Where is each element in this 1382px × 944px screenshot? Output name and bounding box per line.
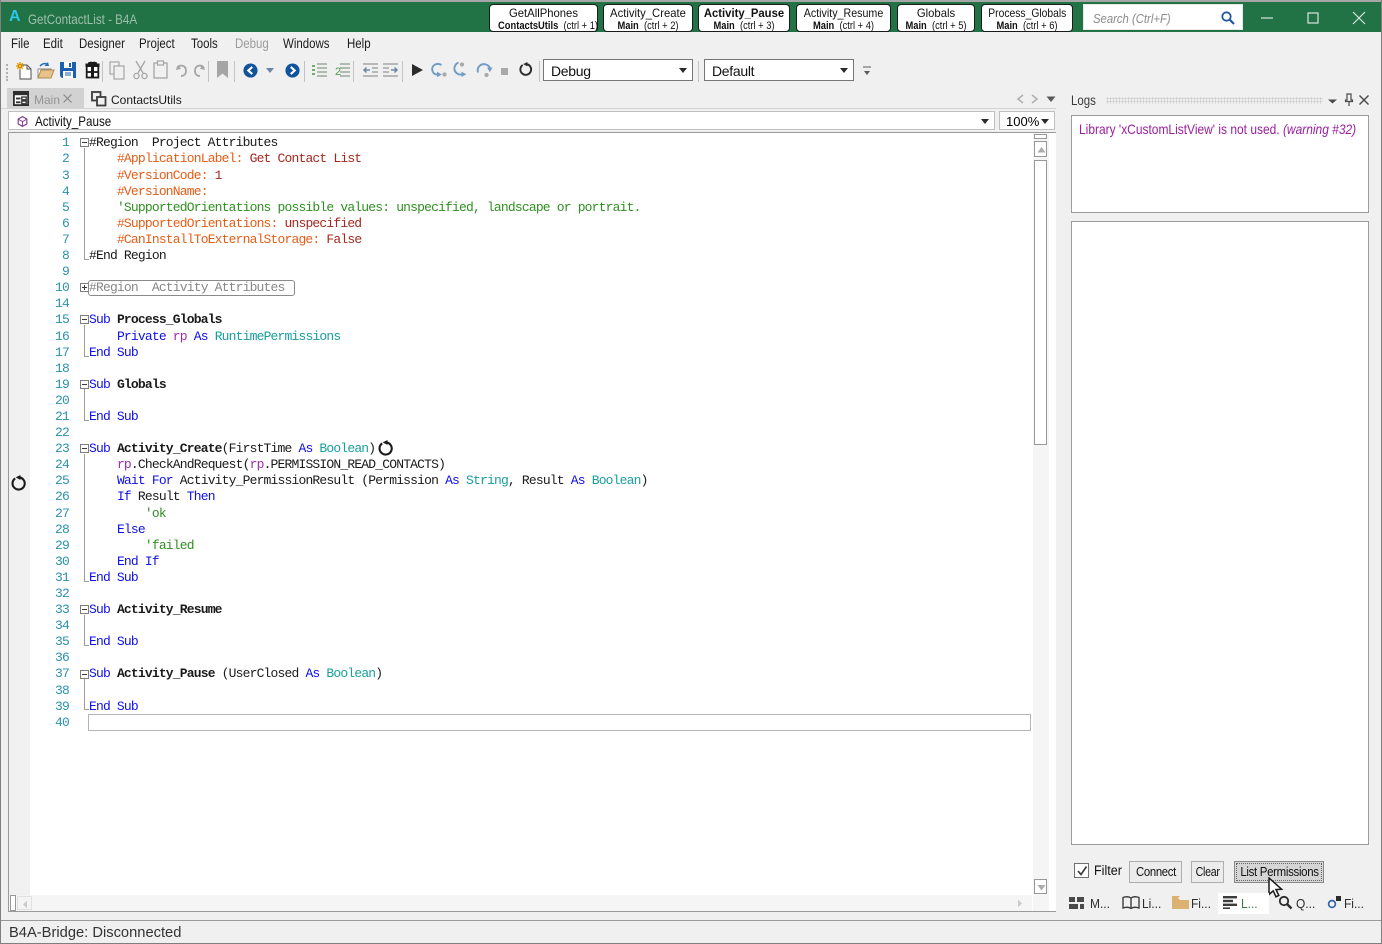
svg-text:2: 2 — [335, 66, 341, 78]
